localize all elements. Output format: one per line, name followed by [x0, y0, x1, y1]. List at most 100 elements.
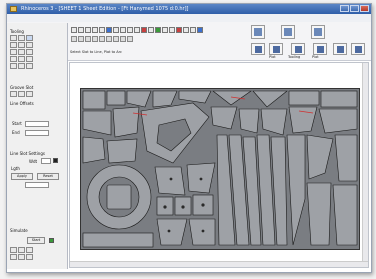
nested-part: [126, 90, 152, 108]
groove-a-button[interactable]: [10, 91, 17, 97]
tool-rect-button[interactable]: [18, 42, 25, 48]
nested-sheet[interactable]: [80, 88, 360, 250]
bolt-hole: [199, 177, 203, 181]
sim-step-button[interactable]: [10, 254, 17, 260]
pencil-icon[interactable]: [113, 27, 119, 33]
prev-icon[interactable]: [78, 36, 84, 42]
start-simulation-button[interactable]: Start: [27, 237, 45, 244]
tool-slot-button[interactable]: [26, 35, 33, 41]
fit-icon[interactable]: [113, 36, 119, 42]
tool-circle-button[interactable]: [10, 42, 17, 48]
nested-parts-drawing: [82, 90, 358, 248]
new-icon[interactable]: [71, 27, 77, 33]
tool-cross-button[interactable]: [10, 49, 17, 55]
layout-icon: [314, 28, 322, 36]
slot-value-field[interactable]: [25, 182, 49, 188]
rotate-icon[interactable]: [148, 27, 154, 33]
tool-hole-button[interactable]: [18, 56, 25, 62]
zoom-icon[interactable]: [134, 27, 140, 33]
tool-copy-button[interactable]: [18, 63, 25, 69]
nested-part: [82, 90, 106, 110]
groove-b-button[interactable]: [18, 91, 25, 97]
ribbon-button-5[interactable]: [333, 43, 347, 55]
ribbon-button-6[interactable]: [351, 43, 365, 55]
main-toolbar: [71, 27, 203, 33]
horizontal-scrollbar[interactable]: [70, 261, 368, 267]
bolt-hole: [201, 203, 205, 207]
delete-icon[interactable]: [141, 27, 147, 33]
sim-play-button[interactable]: [18, 247, 25, 253]
nested-part: [320, 90, 358, 108]
minimize-button[interactable]: [340, 5, 349, 12]
tool-mark-button[interactable]: [10, 56, 17, 62]
tool-array-button[interactable]: [26, 63, 33, 69]
close-button[interactable]: [360, 5, 369, 12]
undo-icon[interactable]: [120, 27, 126, 33]
plot-tool-button[interactable]: [251, 25, 265, 39]
grid-icon[interactable]: [162, 27, 168, 33]
title-bar: Rhinoceros 3 - [SHEET 1 Sheet Edition - …: [7, 4, 371, 14]
last-icon[interactable]: [92, 36, 98, 42]
maximize-button[interactable]: [350, 5, 359, 12]
first-icon[interactable]: [71, 36, 77, 42]
redo-icon[interactable]: [127, 27, 133, 33]
zoom-in-icon[interactable]: [99, 36, 105, 42]
line-offsets-label: Line Offsets: [10, 101, 34, 106]
nested-part: [82, 136, 106, 164]
sheet-icon[interactable]: [127, 36, 133, 42]
pan-icon[interactable]: [120, 36, 126, 42]
vertical-scrollbar[interactable]: [362, 63, 368, 267]
nested-part: [212, 90, 252, 106]
ribbon-button-4[interactable]: [313, 43, 327, 55]
nested-part: [288, 106, 318, 134]
next-icon[interactable]: [85, 36, 91, 42]
measure-icon[interactable]: [169, 27, 175, 33]
sim-rewind-button[interactable]: [10, 247, 17, 253]
nest-icon[interactable]: [197, 27, 203, 33]
groove-section-label: Groove Slot: [10, 85, 34, 90]
ribbon-button-1[interactable]: [251, 43, 265, 55]
ribbon-icon-5: [337, 46, 344, 53]
nested-part: [106, 138, 138, 164]
nested-part: [318, 108, 358, 134]
tool-edge-button[interactable]: [26, 49, 33, 55]
tool-corner-button[interactable]: [18, 49, 25, 55]
width-field[interactable]: [41, 158, 51, 164]
zoom-out-icon[interactable]: [106, 36, 112, 42]
tool-poly-button[interactable]: [26, 42, 33, 48]
reset-button[interactable]: Reset: [37, 173, 59, 180]
tool-line-button[interactable]: [10, 35, 17, 41]
tool-text-button[interactable]: [26, 56, 33, 62]
sim-status-indicator: [49, 238, 54, 243]
sim-end-button[interactable]: [26, 254, 33, 260]
simulate-controls: [10, 247, 33, 260]
open-icon[interactable]: [78, 27, 84, 33]
layer-icon[interactable]: [183, 27, 189, 33]
run-icon[interactable]: [155, 27, 161, 33]
align-icon[interactable]: [190, 27, 196, 33]
ribbon-icon-6: [355, 46, 362, 53]
drawing-canvas[interactable]: [69, 62, 369, 268]
cut-icon[interactable]: [99, 27, 105, 33]
groove-c-button[interactable]: [26, 91, 33, 97]
tooling-tool-button[interactable]: [281, 25, 295, 39]
print-icon[interactable]: [92, 27, 98, 33]
nested-part: [112, 106, 140, 138]
sim-stop-button[interactable]: [26, 247, 33, 253]
toolbar-status-text: Select Slot to Line, Plot to Arc: [70, 50, 122, 54]
tooling-icon: [284, 28, 292, 36]
start-field[interactable]: [25, 121, 49, 127]
save-icon[interactable]: [85, 27, 91, 33]
ribbon-button-3[interactable]: [291, 43, 305, 55]
tool-icon[interactable]: [176, 27, 182, 33]
tool-arc-button[interactable]: [18, 35, 25, 41]
select-icon[interactable]: [106, 27, 112, 33]
nested-part: [238, 108, 260, 134]
tool-move-button[interactable]: [10, 63, 17, 69]
apply-button[interactable]: Apply: [11, 173, 33, 180]
color-swatch[interactable]: [53, 158, 58, 163]
sim-speed-button[interactable]: [18, 254, 25, 260]
ribbon-button-2[interactable]: [269, 43, 283, 55]
end-field[interactable]: [25, 130, 49, 136]
layout-tool-button[interactable]: [311, 25, 325, 39]
